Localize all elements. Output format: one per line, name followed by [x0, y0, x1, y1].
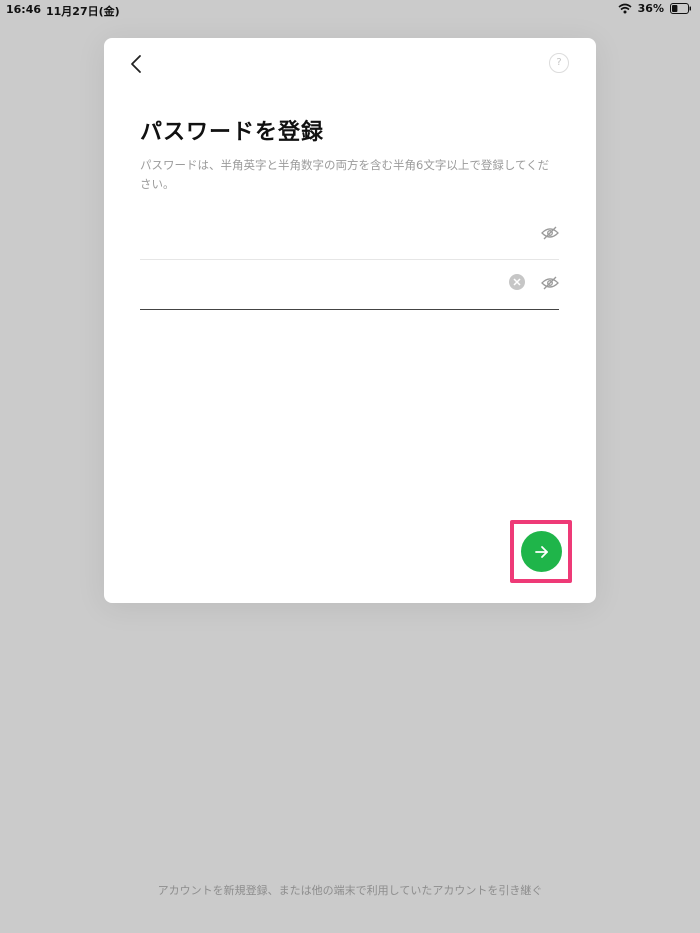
- status-time: 16:46: [6, 3, 42, 16]
- page-description: パスワードは、半角英字と半角数字の両方を含む半角6文字以上で登録してください。: [140, 158, 550, 191]
- chevron-left-icon: [131, 55, 141, 73]
- eye-off-icon[interactable]: [541, 275, 559, 290]
- arrow-right-icon: [534, 545, 548, 558]
- eye-off-icon[interactable]: [541, 225, 559, 240]
- battery-icon: [670, 3, 692, 14]
- battery-percent: 36%: [637, 2, 664, 15]
- page-title: パスワードを登録: [140, 120, 325, 145]
- question-circle-icon: ?: [556, 57, 562, 68]
- clear-circle-icon[interactable]: [509, 274, 525, 290]
- status-right: 36%: [618, 2, 692, 15]
- password-confirm-field: [140, 260, 559, 310]
- status-bar: 16:46 11月27日(金) 36%: [0, 0, 700, 20]
- help-button[interactable]: ?: [549, 53, 569, 73]
- wifi-icon: [618, 3, 632, 14]
- transfer-account-link[interactable]: アカウントを新規登録、または他の端末で利用していたアカウントを引き継ぐ: [0, 882, 700, 898]
- password-input[interactable]: [140, 220, 484, 252]
- back-button[interactable]: [126, 52, 148, 76]
- password-register-dialog: ? パスワードを登録 パスワードは、半角英字と半角数字の両方を含む半角6文字以上…: [104, 38, 596, 603]
- password-confirm-input[interactable]: [140, 270, 484, 302]
- next-button-highlight: [510, 520, 572, 583]
- next-button[interactable]: [521, 531, 562, 572]
- password-field: [140, 210, 559, 260]
- status-date: 11月27日(金): [46, 5, 120, 18]
